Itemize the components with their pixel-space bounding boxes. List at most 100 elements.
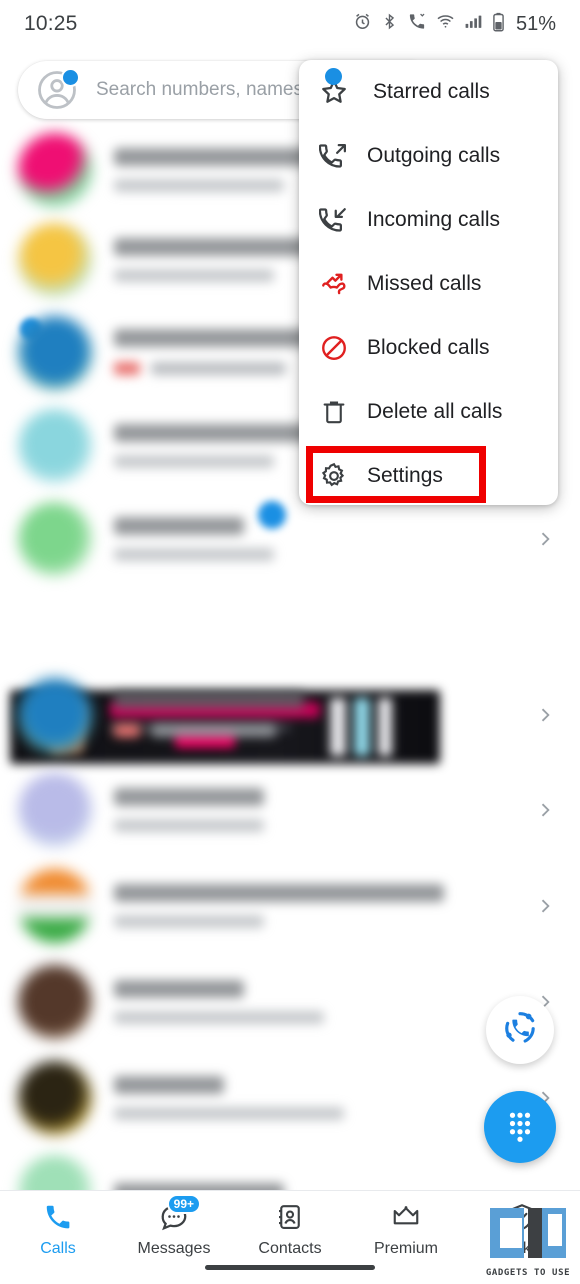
bottom-navigation[interactable]: Calls 99+ Messages Contacts Premium Bloc… <box>0 1190 580 1284</box>
avatar <box>18 316 92 390</box>
contact-name <box>114 328 314 347</box>
call-row-text <box>114 517 528 561</box>
avatar <box>18 133 92 207</box>
contacts-icon <box>275 1200 305 1234</box>
battery-icon <box>492 12 505 37</box>
list-item[interactable] <box>0 667 580 1253</box>
nav-tab-premium[interactable]: Premium <box>348 1191 464 1258</box>
messages-badge: 99+ <box>166 1194 201 1214</box>
call-row-text <box>114 1076 528 1120</box>
chevron-right-icon[interactable] <box>528 698 562 732</box>
status-bar: 10:25 51% <box>0 0 580 48</box>
call-row-text <box>114 788 528 832</box>
nav-label: Contacts <box>258 1240 322 1257</box>
nav-tab-blocking[interactable]: Blocking <box>464 1191 580 1258</box>
alarm-icon <box>353 12 372 36</box>
nav-label: Blocking <box>491 1240 553 1257</box>
gear-icon <box>319 461 363 491</box>
menu-item-incoming-calls[interactable]: Incoming calls <box>299 188 558 252</box>
nav-tab-calls[interactable]: Calls <box>0 1191 116 1258</box>
chevron-right-icon[interactable] <box>528 889 562 923</box>
nav-tab-messages[interactable]: 99+ Messages <box>116 1191 232 1258</box>
block-icon <box>319 333 363 363</box>
status-clock: 10:25 <box>24 12 78 35</box>
bluetooth-icon <box>381 12 398 36</box>
call-subtitle <box>114 269 274 282</box>
menu-item-label: Blocked calls <box>367 336 490 359</box>
account-avatar-icon[interactable] <box>36 68 80 111</box>
avatar <box>18 409 92 483</box>
call-subtitle <box>114 548 274 561</box>
call-subtitle <box>151 723 277 737</box>
battery-percent: 51% <box>515 12 556 35</box>
call-row-text <box>114 690 528 740</box>
nav-label: Messages <box>137 1240 211 1257</box>
menu-item-label: Missed calls <box>367 272 482 295</box>
nav-label: Calls <box>40 1240 76 1257</box>
menu-item-label: Starred calls <box>373 80 490 103</box>
call-subtitle <box>114 455 274 468</box>
missed-call-indicator <box>114 723 140 737</box>
chat-icon: 99+ <box>159 1194 201 1234</box>
list-item[interactable] <box>0 491 580 587</box>
phone-icon <box>43 1200 73 1234</box>
truecaller-call-icon <box>500 1008 540 1053</box>
menu-item-label: Incoming calls <box>367 208 501 231</box>
avatar-badge <box>61 68 80 87</box>
signal-icon <box>464 12 483 36</box>
contact-name <box>114 148 324 166</box>
call-missed-icon <box>319 269 363 299</box>
call-row-text <box>114 884 528 928</box>
call-log-overflow-menu[interactable]: Starred calls Outgoing calls Incoming ca… <box>299 60 558 505</box>
wifi-icon <box>436 12 455 36</box>
chevron-right-icon[interactable] <box>528 522 562 556</box>
contact-name <box>114 690 304 709</box>
call-incoming-icon <box>319 205 363 235</box>
truecaller-fab[interactable] <box>486 996 554 1064</box>
chevron-right-icon[interactable] <box>528 793 562 827</box>
menu-item-starred-calls[interactable]: Starred calls <box>299 60 558 124</box>
avatar <box>18 678 92 752</box>
menu-item-blocked-calls[interactable]: Blocked calls <box>299 316 558 380</box>
call-subtitle <box>114 915 264 928</box>
menu-item-outgoing-calls[interactable]: Outgoing calls <box>299 124 558 188</box>
call-wifi-icon <box>407 12 427 36</box>
home-indicator <box>205 1265 375 1270</box>
avatar <box>18 502 92 576</box>
contact-name <box>114 788 264 806</box>
nav-tab-contacts[interactable]: Contacts <box>232 1191 348 1258</box>
call-subtitle <box>151 361 287 375</box>
menu-item-label: Settings <box>367 464 443 487</box>
star-icon <box>319 77 363 107</box>
contact-name <box>114 980 244 998</box>
call-subtitle <box>114 179 284 192</box>
list-item[interactable] <box>0 762 580 858</box>
contact-name <box>114 1076 224 1094</box>
menu-item-delete-all-calls[interactable]: Delete all calls <box>299 380 558 444</box>
nav-label: Premium <box>373 1240 438 1257</box>
avatar <box>18 223 92 297</box>
dialpad-icon <box>502 1107 538 1148</box>
starred-badge <box>325 68 342 85</box>
avatar <box>18 869 92 943</box>
menu-item-settings[interactable]: Settings <box>299 444 558 505</box>
call-outgoing-icon <box>319 141 363 171</box>
shield-check-icon <box>507 1200 537 1234</box>
contact-name <box>114 884 444 902</box>
contact-name <box>114 517 244 535</box>
call-subtitle <box>114 1107 344 1120</box>
avatar <box>18 965 92 1039</box>
dialpad-fab[interactable] <box>484 1091 556 1163</box>
list-item[interactable] <box>0 858 580 954</box>
menu-item-label: Outgoing calls <box>367 144 501 167</box>
avatar <box>18 1061 92 1135</box>
crown-icon <box>390 1200 422 1234</box>
trash-icon <box>319 397 363 427</box>
menu-item-label: Delete all calls <box>367 400 503 423</box>
call-row-text <box>114 980 528 1024</box>
menu-item-missed-calls[interactable]: Missed calls <box>299 252 558 316</box>
status-icons: 51% <box>353 12 556 37</box>
phone-screen: 10:25 51% Search numbers, names & m Star… <box>0 0 580 1284</box>
avatar <box>18 773 92 847</box>
call-subtitle <box>114 819 264 832</box>
